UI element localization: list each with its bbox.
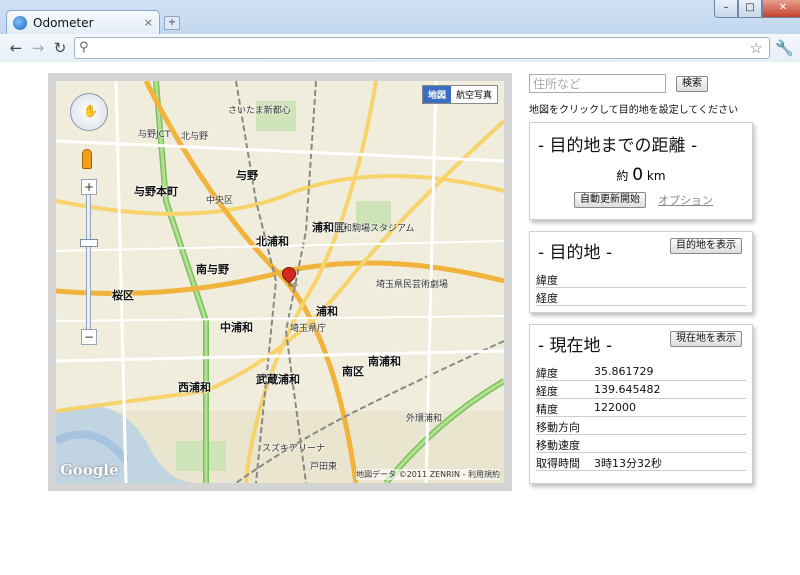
address-bar[interactable]: ⚲ ☆ <box>74 37 770 59</box>
distance-title: - 目的地までの距離 - <box>538 136 698 156</box>
search-icon: ⚲ <box>79 40 89 55</box>
table-row: 緯度 35.861729 <box>536 363 746 381</box>
bookmark-star-icon[interactable]: ☆ <box>750 39 763 57</box>
row-label: 緯度 <box>536 274 558 287</box>
back-button[interactable]: ← <box>6 38 26 58</box>
options-link[interactable]: オプション <box>658 192 713 208</box>
map-label: 与野本町 <box>134 185 178 198</box>
map-copyright[interactable]: 地図データ ©2011 ZENRIN - 利用規約 <box>356 469 500 480</box>
zoom-slider-thumb[interactable] <box>80 239 98 247</box>
hand-icon: ✋ <box>83 104 98 118</box>
map-label: 南区 <box>342 365 364 378</box>
map-label: 与野JCT <box>138 130 171 140</box>
table-row: 緯度 <box>536 270 746 288</box>
window-controls: – □ ✕ <box>714 0 800 18</box>
url-input[interactable] <box>95 40 735 56</box>
map-label: 与野 <box>236 169 258 182</box>
destination-panel: - 目的地 - 目的地を表示 緯度 経度 <box>529 231 753 313</box>
table-row: 移動方向 <box>536 417 746 435</box>
google-logo: Google <box>60 461 119 479</box>
map-label: 桜区 <box>112 289 134 302</box>
reload-button[interactable]: ↻ <box>50 38 70 58</box>
browser-chrome: Odometer × + – □ ✕ ← → ↻ ⚲ ☆ 🔧 <box>0 0 800 62</box>
map-type-satellite-button[interactable]: 航空写真 <box>451 86 497 103</box>
map-label: 西浦和 <box>178 381 211 394</box>
map-label: 埼玉県庁 <box>290 324 327 334</box>
row-label: 取得時間 <box>536 457 580 470</box>
map-label: 戸田東 <box>310 462 338 472</box>
instruction-text: 地図をクリックして目的地を設定してください <box>529 105 739 116</box>
map-label: 武蔵浦和 <box>256 373 300 386</box>
map-canvas[interactable]: さいたま新都心 北与野 与野JCT 与野 与野本町 中央区 浦和区 北浦和 南与… <box>56 81 504 483</box>
address-search-input[interactable] <box>529 74 666 93</box>
row-label: 移動速度 <box>536 439 580 452</box>
destination-title: - 目的地 - <box>538 243 613 263</box>
auto-update-button[interactable]: 自動更新開始 <box>574 192 646 208</box>
distance-value: 0 <box>632 165 644 185</box>
current-location-title: - 現在地 - <box>538 336 613 356</box>
marker-shadow <box>288 283 298 287</box>
map-type-control: 地図 航空写真 <box>421 85 498 104</box>
row-value: 3時13分32秒 <box>594 457 662 470</box>
map-label: 南与野 <box>196 263 229 276</box>
browser-toolbar: ← → ↻ ⚲ ☆ 🔧 <box>0 34 800 62</box>
map-label: スズキアリーナ <box>262 444 326 454</box>
street-view-pegman-icon[interactable] <box>82 149 92 169</box>
show-destination-button[interactable]: 目的地を表示 <box>670 238 742 254</box>
map-type-map-button[interactable]: 地図 <box>422 86 451 103</box>
zoom-out-button[interactable]: − <box>81 329 97 345</box>
distance-prefix: 約 <box>616 169 629 183</box>
zoom-in-button[interactable]: + <box>81 179 97 195</box>
row-label: 経度 <box>536 385 558 398</box>
maximize-button[interactable]: □ <box>738 0 762 18</box>
table-row: 経度 <box>536 288 746 306</box>
distance-panel: - 目的地までの距離 - 約 0 km 自動更新開始 オプション <box>529 122 753 220</box>
row-label: 緯度 <box>536 367 558 380</box>
table-row: 移動速度 <box>536 435 746 453</box>
map-label: 浦和駒場スタジアム <box>334 224 415 234</box>
wrench-menu-icon[interactable]: 🔧 <box>775 39 794 57</box>
map-label: 外環浦和 <box>406 414 443 424</box>
row-value: 35.861729 <box>594 365 654 378</box>
minimize-button[interactable]: – <box>714 0 738 18</box>
row-label: 移動方向 <box>536 421 580 434</box>
map-label: 北与野 <box>181 132 209 142</box>
table-row: 精度 122000 <box>536 399 746 417</box>
table-row: 取得時間 3時13分32秒 <box>536 453 746 471</box>
map-label: 北浦和 <box>256 235 289 248</box>
window-close-button[interactable]: ✕ <box>762 0 800 18</box>
show-current-location-button[interactable]: 現在地を表示 <box>670 331 742 347</box>
forward-button[interactable]: → <box>28 38 48 58</box>
pan-control[interactable]: ✋ <box>70 93 108 131</box>
map-label: 南浦和 <box>368 355 401 368</box>
tab-title: Odometer <box>33 15 94 30</box>
map-label: 中央区 <box>206 196 234 206</box>
table-row: 経度 139.645482 <box>536 381 746 399</box>
map-label: 埼玉県民芸術劇場 <box>376 280 449 290</box>
current-location-panel: - 現在地 - 現在地を表示 緯度 35.861729 経度 139.64548… <box>529 324 753 484</box>
close-tab-icon[interactable]: × <box>144 16 153 29</box>
map-label: 中浦和 <box>220 321 253 334</box>
map-label: 浦和 <box>316 305 338 318</box>
map-frame: さいたま新都心 北与野 与野JCT 与野 与野本町 中央区 浦和区 北浦和 南与… <box>48 73 512 491</box>
row-label: 経度 <box>536 292 558 305</box>
search-button[interactable]: 検索 <box>676 76 708 92</box>
distance-unit: km <box>646 169 666 183</box>
map-label: さいたま新都心 <box>228 106 291 116</box>
browser-tab[interactable]: Odometer × <box>6 10 160 34</box>
favicon-icon <box>13 15 27 30</box>
row-value: 122000 <box>594 401 636 414</box>
zoom-slider-track[interactable] <box>86 185 91 345</box>
row-label: 精度 <box>536 403 558 416</box>
new-tab-button[interactable]: + <box>164 16 180 30</box>
distance-readout: 約 0 km <box>530 165 752 185</box>
row-value: 139.645482 <box>594 383 661 396</box>
